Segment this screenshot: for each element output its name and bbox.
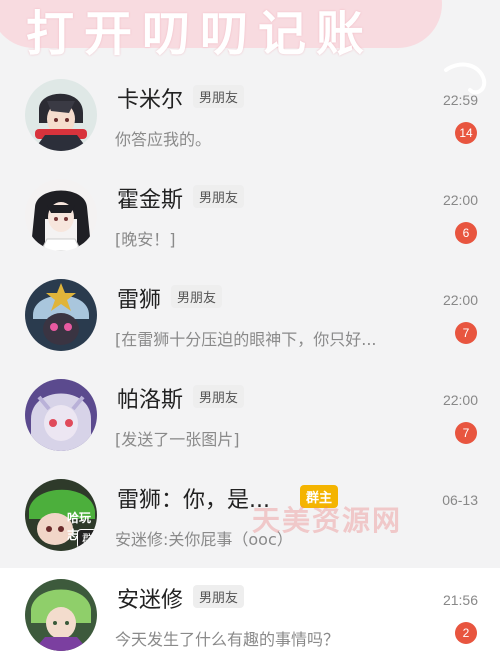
- contact-name: 雷狮: [117, 288, 162, 313]
- relation-tag: 男朋友: [193, 385, 245, 408]
- avatar[interactable]: [25, 79, 97, 151]
- watermark: 天美资源网: [252, 504, 403, 537]
- conversation-row-leishi[interactable]: 雷狮 男朋友 22:00 [在雷狮十分压迫的眼神下，你只好... 7: [0, 268, 500, 368]
- unread-badge: 7: [455, 322, 477, 344]
- unread-badge: 14: [455, 122, 477, 144]
- group-avatar[interactable]: 哈玩志 群: [25, 479, 97, 551]
- relation-tag: 男朋友: [193, 585, 245, 608]
- message-time: 22:00: [442, 292, 478, 308]
- conversation-row-paluosi[interactable]: 帕洛斯 男朋友 22:00 [发送了一张图片] 7: [0, 368, 500, 468]
- conversation-row-anmixiu[interactable]: 安迷修 男朋友 21:56 今天发生了什么有趣的事情吗？ 2: [0, 568, 500, 668]
- conversation-list: 卡米尔 男朋友 22:59 你答应我的。 14 霍金斯 男朋友 22:00 [晚…: [0, 68, 500, 668]
- relation-tag: 男朋友: [193, 185, 245, 208]
- unread-badge: 7: [455, 422, 477, 444]
- message-preview: [晚安！]: [115, 230, 176, 249]
- contact-name: 安迷修: [117, 588, 184, 613]
- conversation-row-group[interactable]: 哈玩志 群 雷狮：你，是... 群主 06-13 安迷修:关你屁事（ooc）: [0, 468, 500, 568]
- avatar[interactable]: [25, 279, 97, 351]
- group-chat-icon: 群: [77, 529, 97, 549]
- message-time: 22:00: [442, 392, 478, 408]
- message-preview: [发送了一张图片]: [115, 430, 240, 449]
- avatar[interactable]: [25, 179, 97, 251]
- relation-tag: 男朋友: [171, 285, 223, 308]
- banner-title[interactable]: 打开叨叨记账: [26, 0, 374, 64]
- message-preview: 今天发生了什么有趣的事情吗？: [115, 630, 340, 649]
- group-name: 雷狮：你，是...: [117, 488, 270, 513]
- unread-badge: 2: [455, 622, 477, 644]
- unread-badge: 6: [455, 222, 477, 244]
- relation-tag: 男朋友: [193, 85, 245, 108]
- avatar[interactable]: [25, 379, 97, 451]
- message-time: 22:59: [442, 92, 478, 108]
- contact-name: 霍金斯: [117, 188, 184, 213]
- avatar[interactable]: [25, 579, 97, 651]
- conversation-row-huojinsi[interactable]: 霍金斯 男朋友 22:00 [晚安！] 6: [0, 168, 500, 268]
- message-time: 06-13: [442, 492, 478, 508]
- message-time: 21:56: [442, 592, 478, 608]
- message-preview: 你答应我的。: [115, 130, 212, 149]
- conversation-row-kamier[interactable]: 卡米尔 男朋友 22:59 你答应我的。 14: [0, 68, 500, 168]
- message-time: 22:00: [442, 192, 478, 208]
- message-preview: [在雷狮十分压迫的眼神下，你只好...: [115, 330, 377, 349]
- contact-name: 卡米尔: [117, 88, 184, 113]
- contact-name: 帕洛斯: [117, 388, 184, 413]
